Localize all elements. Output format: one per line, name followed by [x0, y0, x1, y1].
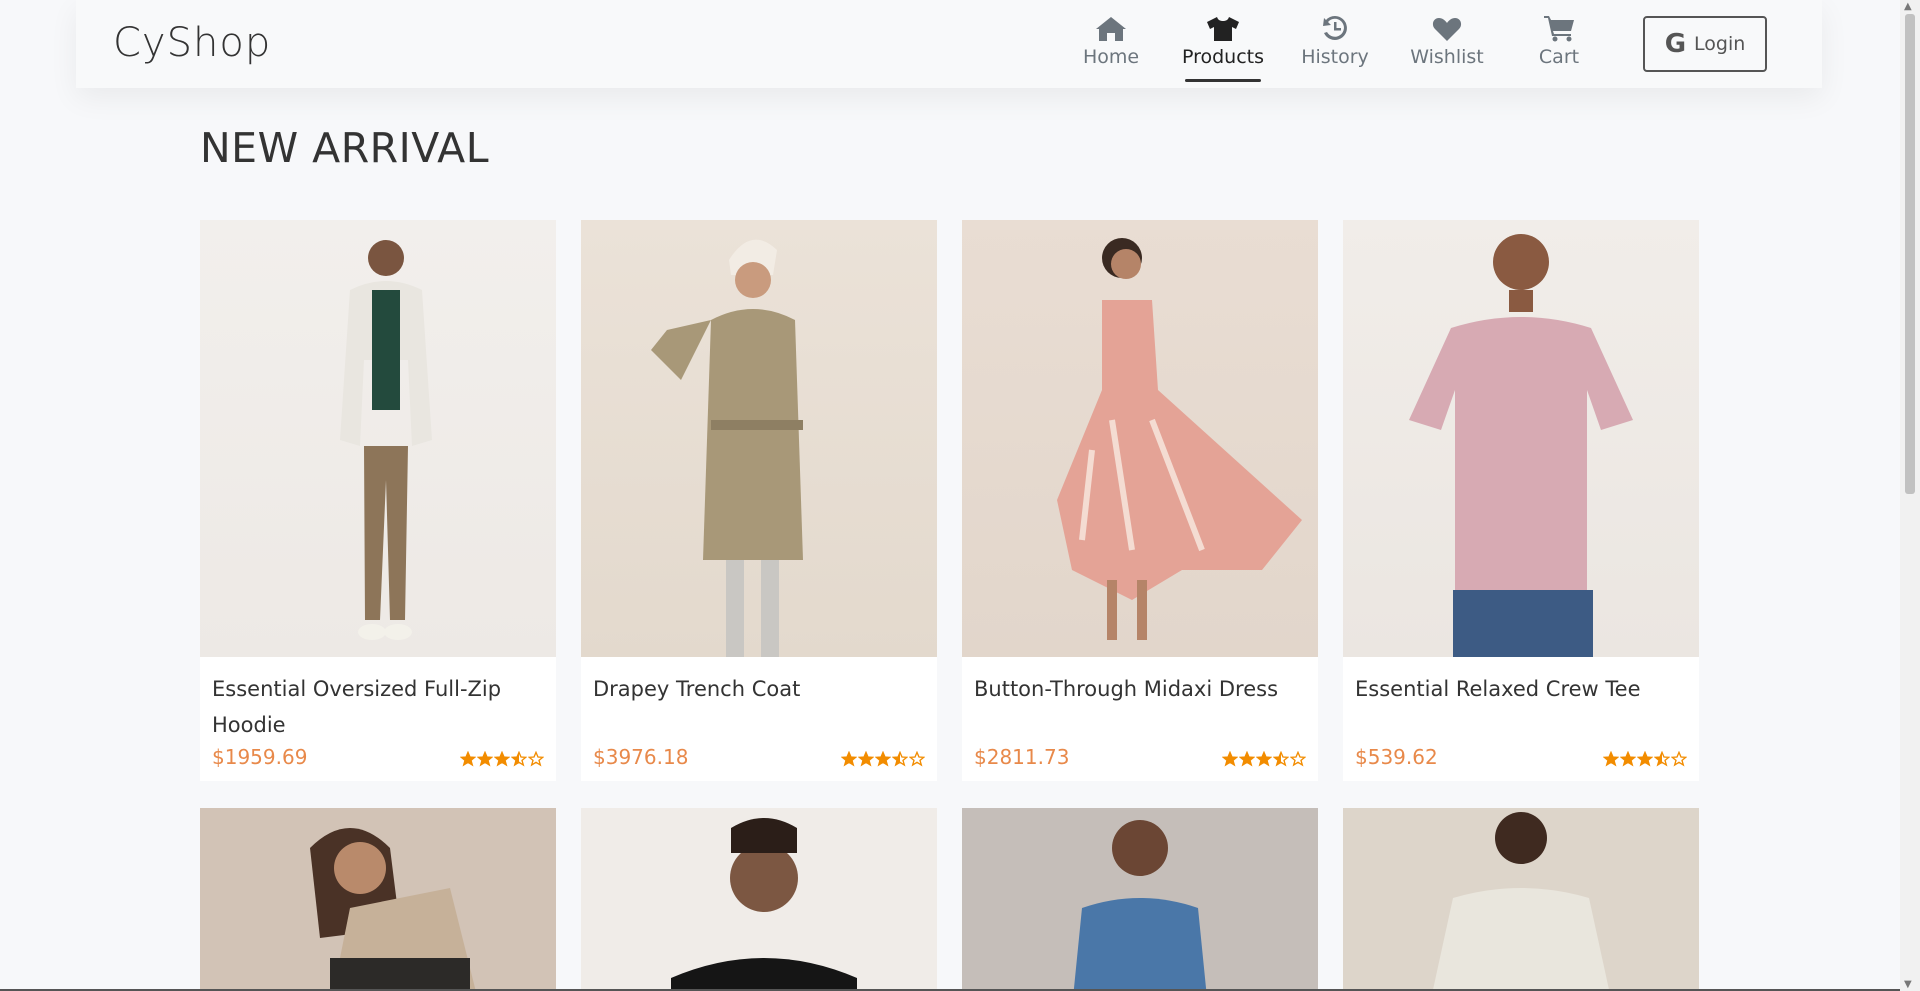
active-tab-indicator [1185, 79, 1261, 82]
star-half-icon [1273, 751, 1289, 767]
product-card[interactable]: Button-Through Midaxi Dress $2811.73 [962, 220, 1318, 781]
star-full-icon [1239, 751, 1255, 767]
heart-icon [1432, 12, 1462, 42]
top-navbar: CyShop Home Products History Wishlist Ca… [76, 0, 1822, 88]
product-card[interactable] [581, 808, 937, 991]
star-full-icon [1222, 751, 1238, 767]
product-card[interactable]: Essential Relaxed Crew Tee $539.62 [1343, 220, 1699, 781]
nav-history-label: History [1301, 46, 1369, 68]
nav-wishlist[interactable]: Wishlist [1397, 12, 1497, 82]
star-full-icon [460, 751, 476, 767]
nav-products[interactable]: Products [1173, 12, 1273, 82]
star-half-icon [892, 751, 908, 767]
nav-history[interactable]: History [1285, 12, 1385, 82]
rating-stars [460, 751, 544, 767]
rating-stars [841, 751, 925, 767]
shirt-icon [1206, 12, 1240, 42]
product-price: $3976.18 [593, 745, 689, 769]
login-button[interactable]: G Login [1643, 16, 1767, 72]
product-image[interactable] [200, 808, 556, 991]
scroll-down-icon[interactable]: ▼ [1904, 979, 1912, 990]
star-full-icon [494, 751, 510, 767]
product-image[interactable] [1343, 808, 1699, 991]
star-full-icon [1637, 751, 1653, 767]
product-price: $539.62 [1355, 745, 1438, 769]
section-title: NEW ARRIVAL [200, 124, 490, 172]
vertical-scrollbar[interactable]: ▲ ▼ [1900, 0, 1920, 991]
product-card[interactable] [1343, 808, 1699, 991]
product-name[interactable]: Drapey Trench Coat [593, 671, 925, 707]
history-icon [1321, 12, 1349, 42]
star-empty-icon [1671, 751, 1687, 767]
product-image[interactable] [200, 220, 556, 657]
star-half-icon [1654, 751, 1670, 767]
star-empty-icon [1290, 751, 1306, 767]
product-image[interactable] [581, 220, 937, 657]
product-name[interactable]: Essential Relaxed Crew Tee [1355, 671, 1687, 707]
product-image[interactable] [962, 808, 1318, 991]
product-card[interactable]: Essential Oversized Full-Zip Hoodie $195… [200, 220, 556, 781]
nav-products-label: Products [1181, 46, 1265, 68]
product-card[interactable] [962, 808, 1318, 991]
rating-stars [1222, 751, 1306, 767]
star-full-icon [841, 751, 857, 767]
nav-wishlist-label: Wishlist [1410, 46, 1484, 68]
home-icon [1095, 12, 1127, 42]
product-price: $2811.73 [974, 745, 1070, 769]
nav-cart-label: Cart [1538, 46, 1580, 68]
star-full-icon [875, 751, 891, 767]
product-name[interactable]: Essential Oversized Full-Zip Hoodie [212, 671, 544, 743]
nav-home[interactable]: Home [1061, 12, 1161, 82]
product-card[interactable] [200, 808, 556, 991]
star-full-icon [1256, 751, 1272, 767]
scrollbar-thumb[interactable] [1905, 14, 1915, 494]
star-half-icon [511, 751, 527, 767]
product-name[interactable]: Button-Through Midaxi Dress [974, 671, 1306, 707]
brand-logo[interactable]: CyShop [113, 20, 271, 66]
star-full-icon [1603, 751, 1619, 767]
star-full-icon [1620, 751, 1636, 767]
scroll-up-icon[interactable]: ▲ [1904, 1, 1912, 12]
product-image[interactable] [581, 808, 937, 991]
star-full-icon [858, 751, 874, 767]
product-price: $1959.69 [212, 745, 308, 769]
star-full-icon [477, 751, 493, 767]
login-label: Login [1694, 33, 1746, 55]
cart-icon [1543, 12, 1575, 42]
star-empty-icon [909, 751, 925, 767]
nav-home-label: Home [1082, 46, 1140, 68]
star-empty-icon [528, 751, 544, 767]
product-image[interactable] [962, 220, 1318, 657]
google-icon: G [1664, 29, 1687, 59]
rating-stars [1603, 751, 1687, 767]
product-image[interactable] [1343, 220, 1699, 657]
product-card[interactable]: Drapey Trench Coat $3976.18 [581, 220, 937, 781]
nav-cart[interactable]: Cart [1509, 12, 1609, 82]
